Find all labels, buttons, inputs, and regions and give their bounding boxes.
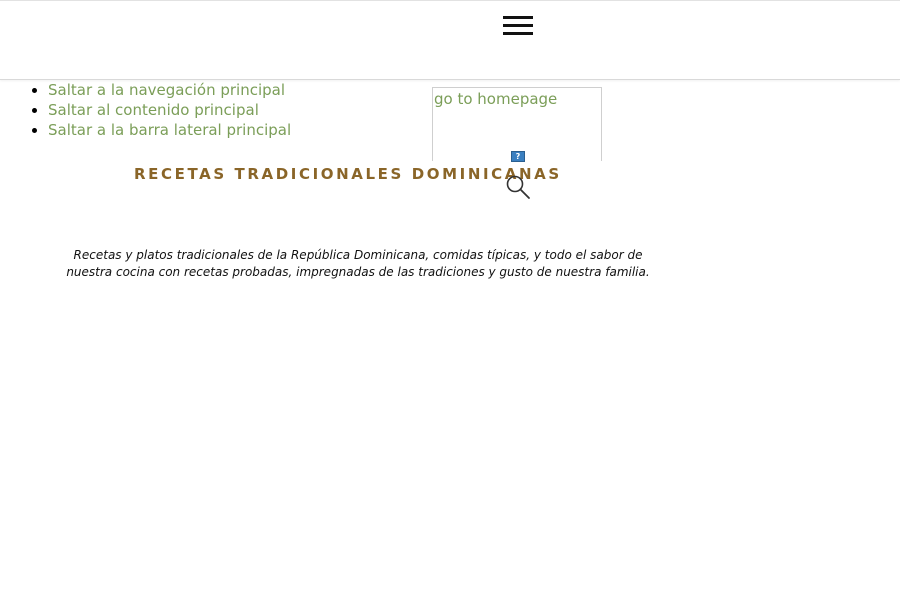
menu-bar-line [503,16,533,19]
menu-bar-line [503,24,533,27]
top-divider [0,0,900,1]
menu-bar-line [503,32,533,35]
site-logo-link[interactable]: go to homepage ? [432,87,602,162]
site-description: Recetas y platos tradicionales de la Rep… [66,248,650,279]
hamburger-menu-icon[interactable] [503,16,533,36]
site-title[interactable]: RECETAS TRADICIONALES DOMINICANAS [134,165,562,183]
page: Saltar a la navegación principal Saltar … [0,0,900,600]
skip-link-item: Saltar al contenido principal [48,100,291,120]
search-icon[interactable] [505,174,531,200]
skip-link-item: Saltar a la navegación principal [48,80,291,100]
skip-to-sidebar-link[interactable]: Saltar a la barra lateral principal [48,121,291,139]
skip-links: Saltar a la navegación principal Saltar … [8,80,291,140]
site-header [0,0,900,80]
logo-alt-text: go to homepage [434,90,558,108]
broken-image-icon: ? [511,151,525,162]
skip-to-content-link[interactable]: Saltar al contenido principal [48,101,259,119]
skip-link-item: Saltar a la barra lateral principal [48,120,291,140]
skip-to-navigation-link[interactable]: Saltar a la navegación principal [48,81,285,99]
